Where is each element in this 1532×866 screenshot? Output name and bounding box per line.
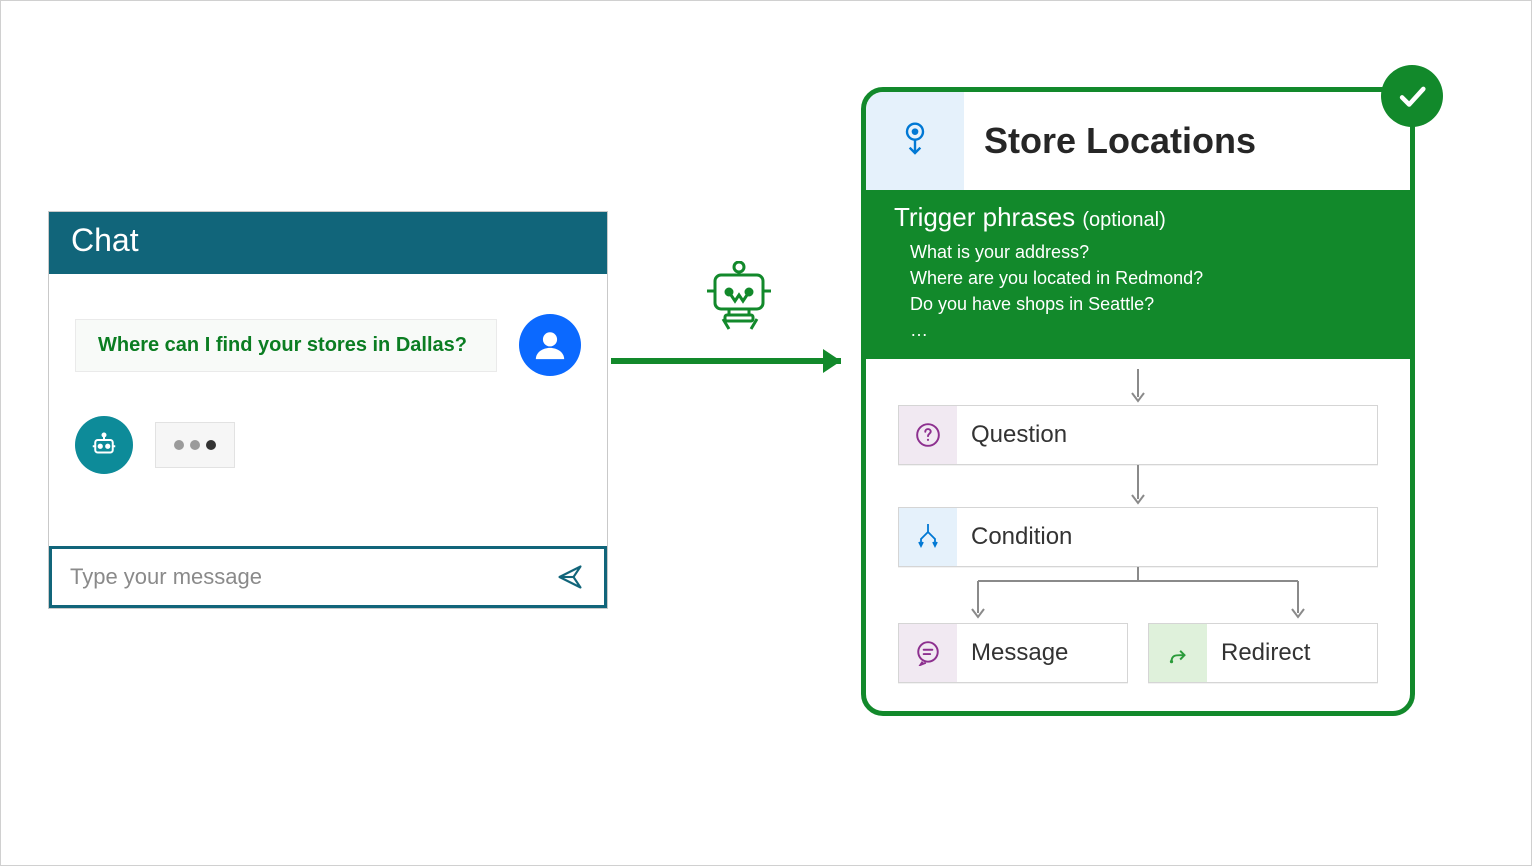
flow-arrow-icon [611,261,863,381]
condition-node[interactable]: Condition [898,507,1378,567]
trigger-phrase: What is your address? [910,239,1382,265]
chat-header: Chat [49,212,607,274]
topic-flow: Question Condition [866,359,1410,711]
check-badge-icon [1381,65,1443,127]
trigger-phrase: … [910,317,1382,343]
bot-avatar-icon [75,416,133,474]
trigger-phrase: Where are you located in Redmond? [910,265,1382,291]
question-node-label: Question [957,421,1067,449]
topic-trigger-icon [866,92,964,190]
topic-title: Store Locations [964,120,1256,162]
redirect-icon [1149,624,1207,682]
arrow-down-icon [1128,465,1148,507]
diagram-canvas: Chat Where can I find your stores in Dal… [0,0,1532,866]
topic-header: Store Locations [866,92,1410,190]
typing-indicator-icon [155,422,235,468]
question-node[interactable]: Question [898,405,1378,465]
message-node[interactable]: Message [898,623,1128,683]
bot-typing-row [75,416,581,474]
user-message: Where can I find your stores in Dallas? [75,319,497,372]
redirect-node[interactable]: Redirect [1148,623,1378,683]
message-icon [899,624,957,682]
chat-panel: Chat Where can I find your stores in Dal… [48,211,608,609]
topic-card: Store Locations Trigger phrases (optiona… [861,87,1415,716]
message-node-label: Message [957,639,1068,667]
send-icon[interactable] [554,563,586,591]
trigger-phrases-section: Trigger phrases (optional) What is your … [866,190,1410,359]
user-message-row: Where can I find your stores in Dallas? [75,314,581,376]
question-icon [899,406,957,464]
chat-body: Where can I find your stores in Dallas? [49,274,607,474]
branch-arrow-icon [898,567,1378,623]
message-input[interactable]: Type your message [49,546,607,608]
trigger-phrases-heading: Trigger phrases (optional) [894,202,1382,233]
trigger-phrase: Do you have shops in Seattle? [910,291,1382,317]
condition-icon [899,508,957,566]
trigger-phrases-list: What is your address? Where are you loca… [910,239,1382,343]
redirect-node-label: Redirect [1207,639,1310,667]
user-avatar-icon [519,314,581,376]
arrow-down-icon [1128,369,1148,405]
condition-node-label: Condition [957,523,1072,551]
message-input-placeholder: Type your message [70,564,262,590]
